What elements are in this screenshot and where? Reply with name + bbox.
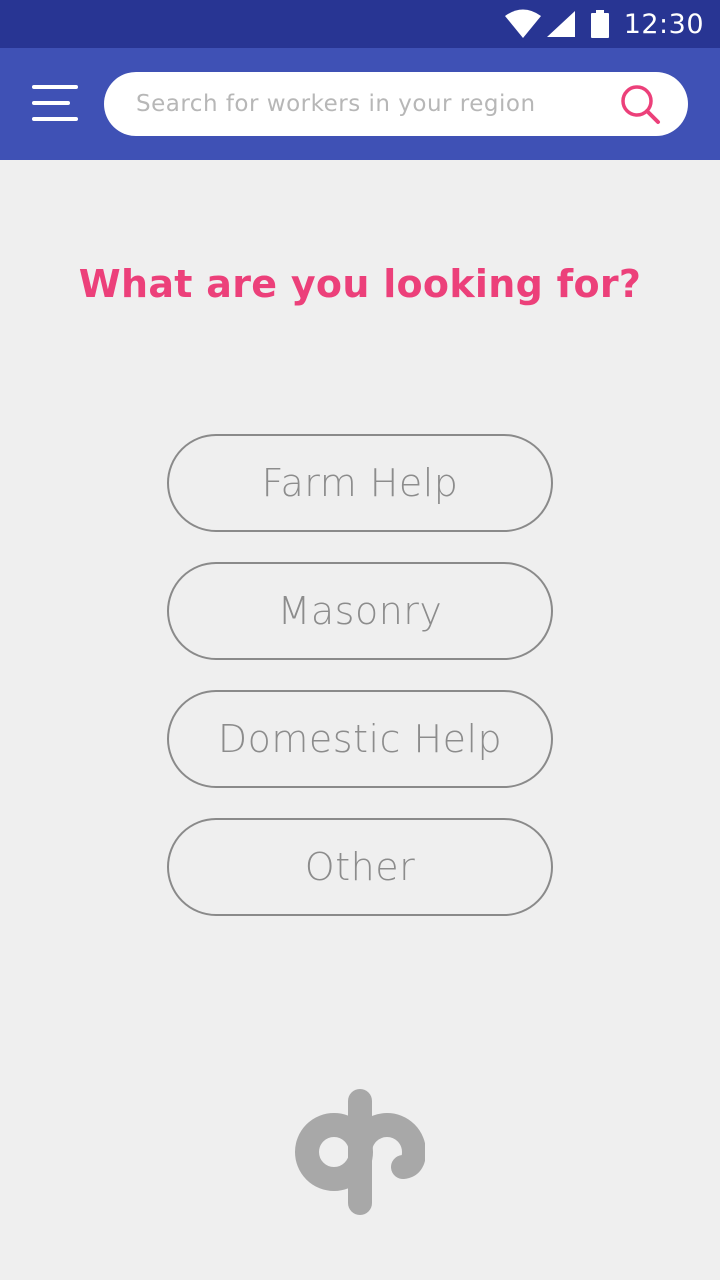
page-heading: What are you looking for? [78,262,642,306]
battery-icon [590,10,609,38]
hamburger-menu-icon[interactable] [32,83,78,123]
domestic-help-button[interactable]: Domestic Help [167,690,553,788]
category-options: Farm Help Masonry Domestic Help Other [167,434,553,946]
status-time: 12:30 [623,8,704,40]
search-bar [104,72,688,136]
status-icons: 12:30 [504,0,704,48]
search-icon[interactable] [618,82,662,126]
search-input[interactable] [136,72,606,136]
other-button[interactable]: Other [167,818,553,916]
farm-help-button[interactable]: Farm Help [167,434,553,532]
status-bar: 12:30 [0,0,720,48]
masonry-button[interactable]: Masonry [167,562,553,660]
app-bar [0,48,720,160]
signal-icon [546,11,575,37]
wifi-icon [504,9,541,38]
app-logo-icon [295,1089,425,1215]
